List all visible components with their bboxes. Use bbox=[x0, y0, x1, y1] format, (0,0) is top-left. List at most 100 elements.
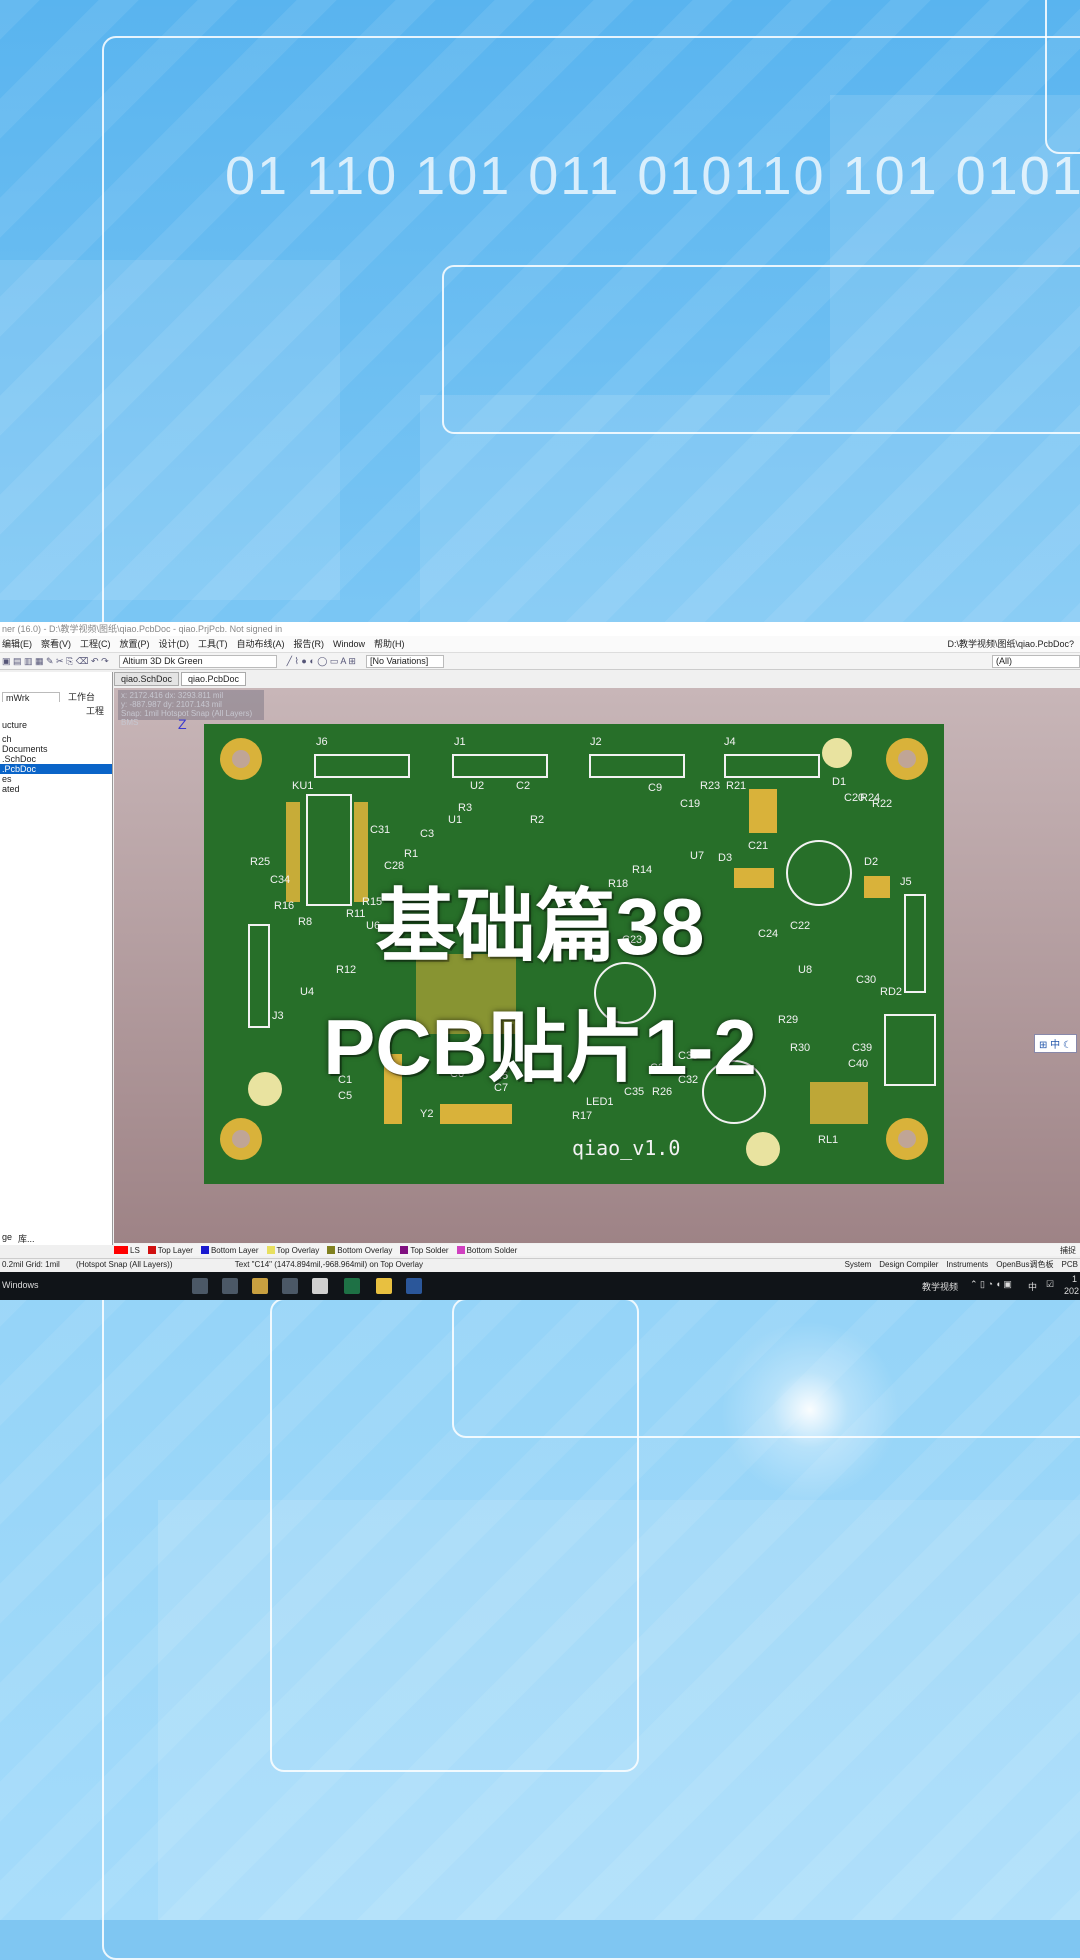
tray-folder-label[interactable]: 教学视频 bbox=[922, 1280, 958, 1293]
menu-window[interactable]: Window bbox=[333, 636, 365, 652]
tree-item-schdoc[interactable]: .SchDoc bbox=[0, 754, 112, 764]
tray-time: 1 bbox=[1072, 1274, 1078, 1284]
panel-tab-libraries[interactable]: 库... bbox=[18, 1232, 35, 1245]
ref-r17: R17 bbox=[572, 1110, 593, 1122]
overlay-title-line1: 基础篇38 bbox=[375, 882, 705, 971]
ref-c3: C3 bbox=[420, 828, 435, 840]
layer-tab-top-overlay[interactable]: Top Overlay bbox=[266, 1246, 319, 1255]
drawing-tools[interactable]: ╱ ⌇ ● ◐ ◯ ▭ A ⊞ bbox=[287, 653, 356, 669]
pads-y2 bbox=[440, 1104, 512, 1124]
ref-u1: U1 bbox=[448, 814, 463, 826]
taskbar-start-label[interactable]: Windows bbox=[2, 1280, 39, 1290]
menu-tools[interactable]: 工具(T) bbox=[198, 636, 228, 652]
tree-item-generated[interactable]: ated bbox=[0, 784, 112, 794]
connector-j1 bbox=[452, 754, 548, 778]
status-selection: Text "C14" (1474.894mil,-968.964mil) on … bbox=[234, 1260, 424, 1269]
status-bar: 0.2mil Grid: 1mil (Hotspot Snap (All Lay… bbox=[0, 1258, 1080, 1271]
ref-r23: R23 bbox=[700, 780, 721, 792]
workspace-select[interactable]: mWrk bbox=[2, 692, 60, 702]
menu-place[interactable]: 放置(P) bbox=[120, 636, 150, 652]
decor-panel-3 bbox=[158, 1500, 1080, 1920]
panel-openbus[interactable]: OpenBus调色板 bbox=[996, 1259, 1053, 1271]
ref-led1: LED1 bbox=[586, 1096, 614, 1108]
tree-item-documents[interactable]: Documents bbox=[0, 744, 112, 754]
tab-pcbdoc[interactable]: qiao.PcbDoc bbox=[181, 672, 247, 686]
tray-date: 202 bbox=[1064, 1286, 1080, 1296]
altium-icon[interactable] bbox=[252, 1278, 268, 1294]
variations-select[interactable]: [No Variations] bbox=[365, 654, 444, 668]
menu-bar: 编辑(E) 察看(V) 工程(C) 放置(P) 设计(D) 工具(T) 自动布线… bbox=[0, 636, 1080, 653]
windows-taskbar: Windows 教学视频 ⌃ ▯ ◔ ◖ ▣ 中 ☑ 1 202 bbox=[0, 1272, 1080, 1300]
layer-tab-top-solder[interactable]: Top Solder bbox=[400, 1246, 449, 1255]
tree-item-project[interactable]: ch bbox=[0, 734, 112, 744]
menu-design[interactable]: 设计(D) bbox=[159, 636, 190, 652]
workspace-button[interactable]: 工作台 bbox=[68, 692, 95, 702]
ref-c2: C2 bbox=[516, 780, 531, 792]
toolbar-icons[interactable]: ▣ ▤ ▥ ▦ ✎ ✂ ⎘ ⌫ ↶ ↷ bbox=[2, 653, 109, 669]
ref-r2: R2 bbox=[530, 814, 545, 826]
ref-j1: J1 bbox=[454, 736, 466, 748]
filter-select[interactable]: (All) bbox=[992, 654, 1080, 668]
ref-u7: U7 bbox=[690, 850, 705, 862]
panel-system[interactable]: System bbox=[845, 1259, 872, 1271]
menu-project[interactable]: 工程(C) bbox=[80, 636, 111, 652]
ref-c19: C19 bbox=[680, 798, 701, 810]
layer-tab-top-layer[interactable]: Top Layer bbox=[147, 1246, 193, 1255]
task-view-icon[interactable] bbox=[192, 1278, 208, 1294]
layer-tab-bottom-overlay[interactable]: Bottom Overlay bbox=[327, 1246, 392, 1255]
status-hotspot: (Hotspot Snap (All Layers)) bbox=[76, 1260, 173, 1269]
ref-c31: C31 bbox=[370, 824, 391, 836]
ref-r1: R1 bbox=[404, 848, 419, 860]
connector-j4 bbox=[724, 754, 820, 778]
mount-hole-tr bbox=[886, 738, 928, 780]
fiducial-3 bbox=[746, 1132, 780, 1166]
ref-ku1: KU1 bbox=[292, 780, 314, 792]
word-icon[interactable] bbox=[406, 1278, 422, 1294]
menu-reports[interactable]: 报告(R) bbox=[294, 636, 325, 652]
calculator-icon[interactable] bbox=[222, 1278, 238, 1294]
menu-edit[interactable]: 编辑(E) bbox=[2, 636, 32, 652]
ref-j2: J2 bbox=[590, 736, 602, 748]
network-app-icon[interactable] bbox=[282, 1278, 298, 1294]
panel-pcb[interactable]: PCB bbox=[1062, 1259, 1078, 1271]
panel-tab-pages[interactable]: ge bbox=[2, 1232, 12, 1245]
pads-d1 bbox=[749, 789, 777, 833]
board-version-label: qiao_v1.0 bbox=[572, 1136, 681, 1160]
project-button[interactable]: 工程 bbox=[0, 706, 112, 716]
window-title: ner (16.0) - D:\教学视频\图纸\qiao.PcbDoc - qi… bbox=[0, 622, 1080, 636]
document-tabs: qiao.SchDoc qiao.PcbDoc bbox=[114, 672, 247, 686]
panel-instruments[interactable]: Instruments bbox=[946, 1259, 988, 1271]
excel-icon[interactable] bbox=[344, 1278, 360, 1294]
mount-hole-tl bbox=[220, 738, 262, 780]
tray-notification-icon[interactable]: ☑ bbox=[1046, 1279, 1054, 1290]
fiducial-1 bbox=[822, 738, 852, 768]
tree-item-pcbdoc[interactable]: .PcbDoc bbox=[0, 764, 112, 774]
decor-panel-4 bbox=[830, 95, 1080, 395]
decor-panel-2 bbox=[420, 395, 1080, 625]
menu-autoroute[interactable]: 自动布线(A) bbox=[237, 636, 285, 652]
layer-tab-bottom-layer[interactable]: Bottom Layer bbox=[200, 1246, 259, 1255]
mount-hole-br bbox=[886, 1118, 928, 1160]
tree-item-libraries[interactable]: es bbox=[0, 774, 112, 784]
view-config-select[interactable]: Altium 3D Dk Green bbox=[118, 654, 277, 668]
ref-u2: U2 bbox=[470, 780, 485, 792]
snap-button[interactable]: 捕捉 bbox=[1060, 1245, 1080, 1256]
panel-design-compiler[interactable]: Design Compiler bbox=[879, 1259, 938, 1271]
tray-ime[interactable]: 中 bbox=[1028, 1280, 1037, 1293]
menu-view[interactable]: 察看(V) bbox=[41, 636, 71, 652]
layer-tab-bottom-solder[interactable]: Bottom Solder bbox=[456, 1246, 517, 1255]
ref-d1: D1 bbox=[832, 776, 847, 788]
binary-text: 01 110 101 011 010110 101 0101 bbox=[225, 146, 1080, 206]
connector-j2 bbox=[589, 754, 685, 778]
layer-tab-ls[interactable]: LS bbox=[114, 1246, 140, 1255]
tab-schdoc[interactable]: qiao.SchDoc bbox=[114, 672, 180, 686]
ref-j4: J4 bbox=[724, 736, 736, 748]
file-explorer-icon[interactable] bbox=[376, 1278, 392, 1294]
screen-recorder-icon[interactable] bbox=[312, 1278, 328, 1294]
ref-r22: R22 bbox=[872, 798, 893, 810]
light-flare bbox=[720, 1320, 900, 1500]
mount-hole-bl bbox=[220, 1118, 262, 1160]
tray-icons[interactable]: ⌃ ▯ ◔ ◖ ▣ bbox=[970, 1279, 1012, 1290]
menu-help[interactable]: 帮助(H) bbox=[374, 636, 405, 652]
layer-tabs: LS Top Layer Bottom Layer Top Overlay Bo… bbox=[114, 1244, 1080, 1256]
